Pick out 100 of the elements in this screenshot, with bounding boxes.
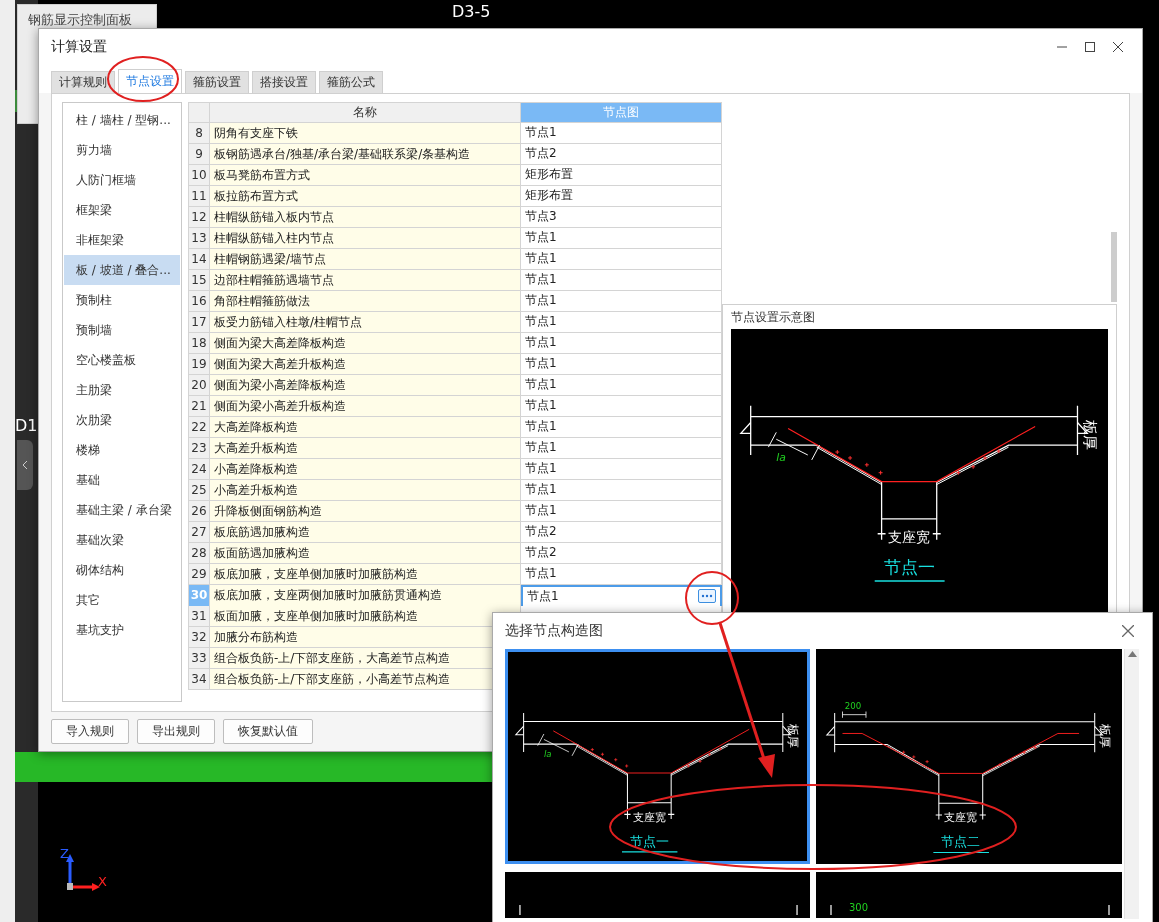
node-value-cell[interactable]: 节点1 bbox=[521, 500, 722, 522]
column-header: 节点图 bbox=[521, 101, 722, 123]
row-number: 14 bbox=[188, 248, 210, 270]
support-width-label: 支座宽 bbox=[888, 528, 931, 545]
node-value-cell[interactable]: 矩形布置 bbox=[521, 185, 722, 207]
category-item[interactable]: 基础 bbox=[64, 464, 180, 495]
node-value-cell[interactable]: 节点1 bbox=[521, 353, 722, 375]
dimension-line bbox=[537, 733, 579, 757]
chevron-left-icon bbox=[22, 460, 28, 470]
settings-tab[interactable]: 搭接设置 bbox=[252, 70, 316, 93]
node-value-cell[interactable]: 节点2 bbox=[521, 521, 722, 543]
row-number: 32 bbox=[188, 626, 210, 648]
table-cell: 边部柱帽箍筋遇墙节点 bbox=[210, 269, 521, 291]
node-value-cell[interactable]: 矩形布置 bbox=[521, 164, 722, 186]
cell-value: 节点1 bbox=[525, 460, 557, 478]
node-value-cell[interactable]: 节点1 bbox=[521, 395, 722, 417]
cell-value: 节点1 bbox=[525, 502, 557, 520]
slab-thickness-label: 板厚 bbox=[786, 723, 801, 748]
table-cell: 角部柱帽箍筋做法 bbox=[210, 290, 521, 312]
category-item[interactable]: 框架梁 bbox=[64, 194, 180, 225]
action-button[interactable]: 导出规则 bbox=[137, 719, 215, 744]
category-item[interactable]: 柱 / 墙柱 / 型钢... bbox=[64, 104, 180, 135]
row-number: 23 bbox=[188, 437, 210, 459]
settings-tab[interactable]: 箍筋公式 bbox=[319, 70, 383, 93]
panel-title: 钢筋显示控制面板 bbox=[28, 12, 132, 27]
category-item[interactable]: 主肋梁 bbox=[64, 374, 180, 405]
table-cell: 柱帽纵筋锚入板内节点 bbox=[210, 206, 521, 228]
node-value-cell[interactable]: 节点2 bbox=[521, 143, 722, 165]
browse-button[interactable] bbox=[698, 589, 716, 604]
dimension-line bbox=[842, 711, 867, 719]
category-item[interactable]: 次肋梁 bbox=[64, 404, 180, 435]
node-value-cell[interactable]: 节点1 bbox=[521, 332, 722, 354]
category-item[interactable]: 预制柱 bbox=[64, 284, 180, 315]
node-value-cell[interactable]: 节点1 bbox=[521, 479, 722, 501]
corner-header bbox=[188, 101, 210, 123]
node-value-cell[interactable]: 节点1 bbox=[521, 437, 722, 459]
preview-title: 节点设置示意图 bbox=[731, 308, 816, 326]
row-number: 24 bbox=[188, 458, 210, 480]
row-number: 20 bbox=[188, 374, 210, 396]
category-item[interactable]: 基础主梁 / 承台梁 bbox=[64, 494, 180, 525]
node-option[interactable]: la 板厚 支座宽 节点一 bbox=[505, 649, 810, 864]
table-cell: 侧面为梁大高差降板构造 bbox=[210, 332, 521, 354]
category-item[interactable]: 基础次梁 bbox=[64, 524, 180, 555]
axis-label: Z bbox=[60, 846, 69, 861]
node-caption: 节点一 bbox=[621, 833, 678, 853]
cell-value: 节点1 bbox=[525, 334, 557, 352]
row-number: 29 bbox=[188, 563, 210, 585]
node-caption: 节点二 bbox=[932, 834, 990, 854]
node-value-cell[interactable]: 节点1 bbox=[521, 458, 722, 480]
category-item[interactable]: 楼梯 bbox=[64, 434, 180, 465]
node-value-cell[interactable]: 节点1 bbox=[521, 248, 722, 270]
category-item[interactable]: 剪力墙 bbox=[64, 134, 180, 165]
node-value-cell[interactable]: 节点1 bbox=[521, 227, 722, 249]
cell-value: 矩形布置 bbox=[525, 166, 573, 184]
node-value-cell[interactable]: 节点1 bbox=[521, 374, 722, 396]
settings-tab[interactable]: 箍筋设置 bbox=[185, 70, 249, 93]
category-item[interactable]: 非框架梁 bbox=[64, 224, 180, 255]
node-value-cell[interactable]: 节点1 bbox=[521, 290, 722, 312]
node-value-cell[interactable]: 节点1 bbox=[521, 311, 722, 333]
action-button[interactable]: 导入规则 bbox=[51, 719, 129, 744]
row-number: 19 bbox=[188, 353, 210, 375]
node-value-cell[interactable]: 节点1 bbox=[521, 416, 722, 438]
category-item[interactable]: 板 / 坡道 / 叠合... bbox=[64, 254, 180, 285]
cell-value: 节点2 bbox=[525, 145, 557, 163]
row-number: 25 bbox=[188, 479, 210, 501]
support-width-label: 支座宽 bbox=[944, 811, 978, 825]
node-option[interactable]: 300 bbox=[816, 872, 1122, 918]
table-cell: 侧面为梁小高差降板构造 bbox=[210, 374, 521, 396]
row-number: 15 bbox=[188, 269, 210, 291]
node-value-cell[interactable]: 节点1 bbox=[521, 122, 722, 144]
scrollbar[interactable] bbox=[1124, 649, 1139, 919]
cell-value: 节点1 bbox=[525, 397, 557, 415]
row-number: 21 bbox=[188, 395, 210, 417]
node-value-cell[interactable]: 节点1 bbox=[521, 269, 722, 291]
cell-value: 矩形布置 bbox=[525, 187, 573, 205]
column-header: 名称 bbox=[210, 101, 521, 123]
row-number: 13 bbox=[188, 227, 210, 249]
category-item[interactable]: 空心楼盖板 bbox=[64, 344, 180, 375]
cell-value: 节点1 bbox=[525, 565, 557, 583]
category-item[interactable]: 其它 bbox=[64, 584, 180, 615]
action-button[interactable]: 恢复默认值 bbox=[223, 719, 313, 744]
node-value-cell[interactable]: 节点2 bbox=[521, 542, 722, 564]
node-value-cell[interactable]: 节点3 bbox=[521, 206, 722, 228]
scrollbar-thumb[interactable] bbox=[1111, 231, 1117, 302]
cell-value: 节点1 bbox=[525, 124, 557, 142]
category-item[interactable]: 预制墙 bbox=[64, 314, 180, 345]
category-item[interactable]: 基坑支护 bbox=[64, 614, 180, 645]
node-option[interactable] bbox=[505, 872, 810, 918]
slab-thickness-label: 板厚 bbox=[1098, 724, 1112, 749]
settings-tab[interactable]: 计算规则 bbox=[51, 70, 115, 93]
cell-value: 节点1 bbox=[525, 271, 557, 289]
cell-value: 节点3 bbox=[525, 208, 557, 226]
category-item[interactable]: 砌体结构 bbox=[64, 554, 180, 585]
node-option[interactable]: 200 板厚 支座宽 节点二 bbox=[816, 649, 1122, 864]
collapse-handle[interactable] bbox=[17, 440, 33, 490]
cell-value: 节点1 bbox=[525, 229, 557, 247]
settings-tab[interactable]: 节点设置 bbox=[118, 68, 182, 93]
row-number: 27 bbox=[188, 521, 210, 543]
category-item[interactable]: 人防门框墙 bbox=[64, 164, 180, 195]
row-number: 28 bbox=[188, 542, 210, 564]
